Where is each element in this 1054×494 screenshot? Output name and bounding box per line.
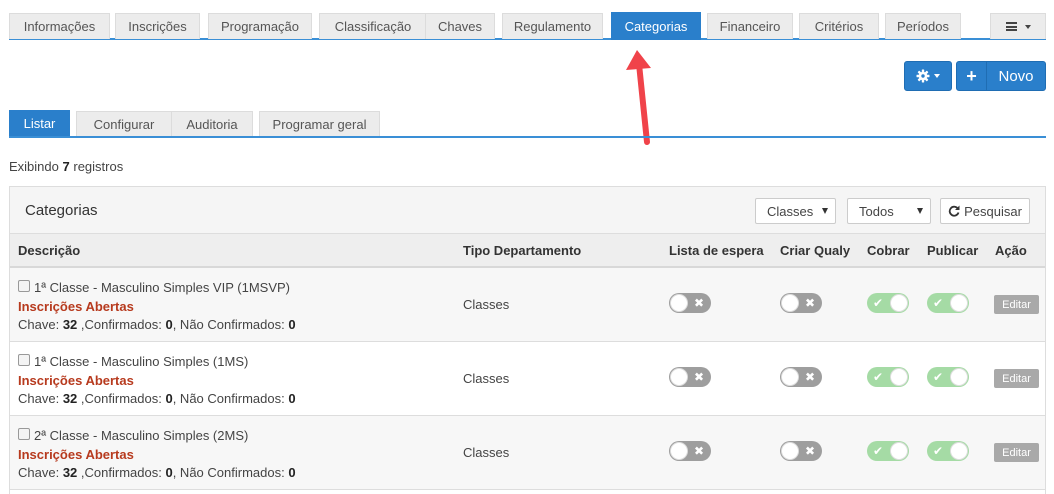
search-button[interactable]: Pesquisar — [940, 198, 1030, 224]
category-counts: Chave: 32 ,Confirmados: 0, Não Confirmad… — [18, 317, 296, 332]
plus-icon: + — [957, 62, 987, 90]
publicar-toggle[interactable]: ✔ — [927, 441, 969, 461]
edit-button[interactable]: Editar — [994, 443, 1039, 462]
col-descricao[interactable]: Descrição — [18, 243, 80, 258]
panel-header: Categorias Classes Todos Pesquisar — [10, 187, 1045, 234]
chevron-down-icon — [822, 208, 828, 214]
category-tipo: Classes — [463, 445, 510, 460]
tab-periodos[interactable]: Períodos — [885, 13, 961, 39]
cobrar-toggle[interactable]: ✔ — [867, 367, 909, 387]
row-checkbox[interactable] — [18, 428, 30, 440]
cobrar-toggle[interactable]: ✔ — [867, 293, 909, 313]
tab-informacoes[interactable]: Informações — [9, 13, 110, 39]
criar-qualy-toggle[interactable]: ✖ — [780, 293, 822, 313]
new-button[interactable]: + Novo — [956, 61, 1046, 91]
status-filter-select[interactable]: Todos — [847, 198, 931, 224]
lista-espera-toggle[interactable]: ✖ — [669, 441, 711, 461]
tab-regulamento[interactable]: Regulamento — [502, 13, 603, 39]
hamburger-icon — [1005, 22, 1017, 31]
tab-financeiro[interactable]: Financeiro — [707, 13, 793, 39]
top-tab-bar: Informações Inscrições Programação Class… — [9, 0, 1046, 40]
tab-listar[interactable]: Listar — [9, 110, 70, 136]
check-icon: ✔ — [933, 370, 944, 384]
tab-inscricoes[interactable]: Inscrições — [115, 13, 200, 39]
chevron-down-icon — [934, 74, 940, 78]
sub-tab-bar: Listar Configurar Auditoria Programar ge… — [9, 110, 1046, 138]
refresh-icon — [948, 205, 960, 217]
check-icon: ✔ — [873, 296, 884, 310]
tab-classificacao[interactable]: Classificação — [319, 13, 427, 39]
category-tipo: Classes — [463, 371, 510, 386]
tab-configurar[interactable]: Configurar — [76, 111, 172, 136]
chevron-down-icon — [1024, 24, 1031, 29]
x-icon: ✖ — [804, 444, 815, 458]
table-row: 1ª Classe - Masculino Simples (1MS) Insc… — [10, 342, 1045, 416]
category-name: 2ª Classe - Masculino Simples (2MS) — [34, 428, 249, 443]
tab-auditoria[interactable]: Auditoria — [171, 111, 253, 136]
publicar-toggle[interactable]: ✔ — [927, 367, 969, 387]
edit-button[interactable]: Editar — [994, 369, 1039, 388]
criar-qualy-toggle[interactable]: ✖ — [780, 367, 822, 387]
publicar-toggle[interactable]: ✔ — [927, 293, 969, 313]
table-row: 2ª Classe - Masculino Simples (2MS) Insc… — [10, 416, 1045, 490]
tab-programacao[interactable]: Programação — [208, 13, 312, 39]
tab-chaves[interactable]: Chaves — [425, 13, 495, 39]
check-icon: ✔ — [933, 296, 944, 310]
row-checkbox[interactable] — [18, 354, 30, 366]
row-checkbox[interactable] — [18, 280, 30, 292]
type-filter-select[interactable]: Classes — [755, 198, 836, 224]
category-counts: Chave: 32 ,Confirmados: 0, Não Confirmad… — [18, 465, 296, 480]
col-cobrar[interactable]: Cobrar — [867, 243, 910, 258]
x-icon: ✖ — [804, 296, 815, 310]
x-icon: ✖ — [693, 370, 704, 384]
category-status: Inscrições Abertas — [18, 299, 134, 314]
x-icon: ✖ — [693, 296, 704, 310]
criar-qualy-toggle[interactable]: ✖ — [780, 441, 822, 461]
tab-criterios[interactable]: Critérios — [799, 13, 879, 39]
x-icon: ✖ — [804, 370, 815, 384]
col-criar-qualy[interactable]: Criar Qualy — [780, 243, 850, 258]
check-icon: ✔ — [873, 444, 884, 458]
check-icon: ✔ — [933, 444, 944, 458]
check-icon: ✔ — [873, 370, 884, 384]
more-menu-button[interactable] — [990, 13, 1046, 39]
table-row: 1ª Classe - Masculino Simples VIP (1MSVP… — [10, 268, 1045, 342]
new-button-label: Novo — [998, 67, 1034, 85]
tab-programar-geral[interactable]: Programar geral — [259, 111, 380, 136]
lista-espera-toggle[interactable]: ✖ — [669, 367, 711, 387]
records-count: Exibindo 7 registros — [9, 159, 124, 174]
edit-button[interactable]: Editar — [994, 295, 1039, 314]
category-tipo: Classes — [463, 297, 510, 312]
x-icon: ✖ — [693, 444, 704, 458]
table-header: Descrição Tipo Departamento Lista de esp… — [10, 234, 1045, 268]
gear-icon — [916, 69, 930, 83]
category-status: Inscrições Abertas — [18, 447, 134, 462]
col-acao: Ação — [995, 243, 1027, 258]
category-status: Inscrições Abertas — [18, 373, 134, 388]
category-name: 1ª Classe - Masculino Simples (1MS) — [34, 354, 249, 369]
col-lista-espera[interactable]: Lista de espera — [669, 243, 764, 258]
col-publicar[interactable]: Publicar — [927, 243, 978, 258]
lista-espera-toggle[interactable]: ✖ — [669, 293, 711, 313]
category-name: 1ª Classe - Masculino Simples VIP (1MSVP… — [34, 280, 290, 295]
chevron-down-icon — [917, 208, 923, 214]
settings-dropdown-button[interactable] — [904, 61, 952, 91]
panel-title: Categorias — [25, 202, 98, 219]
category-counts: Chave: 32 ,Confirmados: 0, Não Confirmad… — [18, 391, 296, 406]
col-tipo-departamento[interactable]: Tipo Departamento — [463, 243, 581, 258]
tab-categorias[interactable]: Categorias — [611, 12, 701, 40]
cobrar-toggle[interactable]: ✔ — [867, 441, 909, 461]
categories-panel: Categorias Classes Todos Pesquisar Descr… — [9, 186, 1046, 494]
